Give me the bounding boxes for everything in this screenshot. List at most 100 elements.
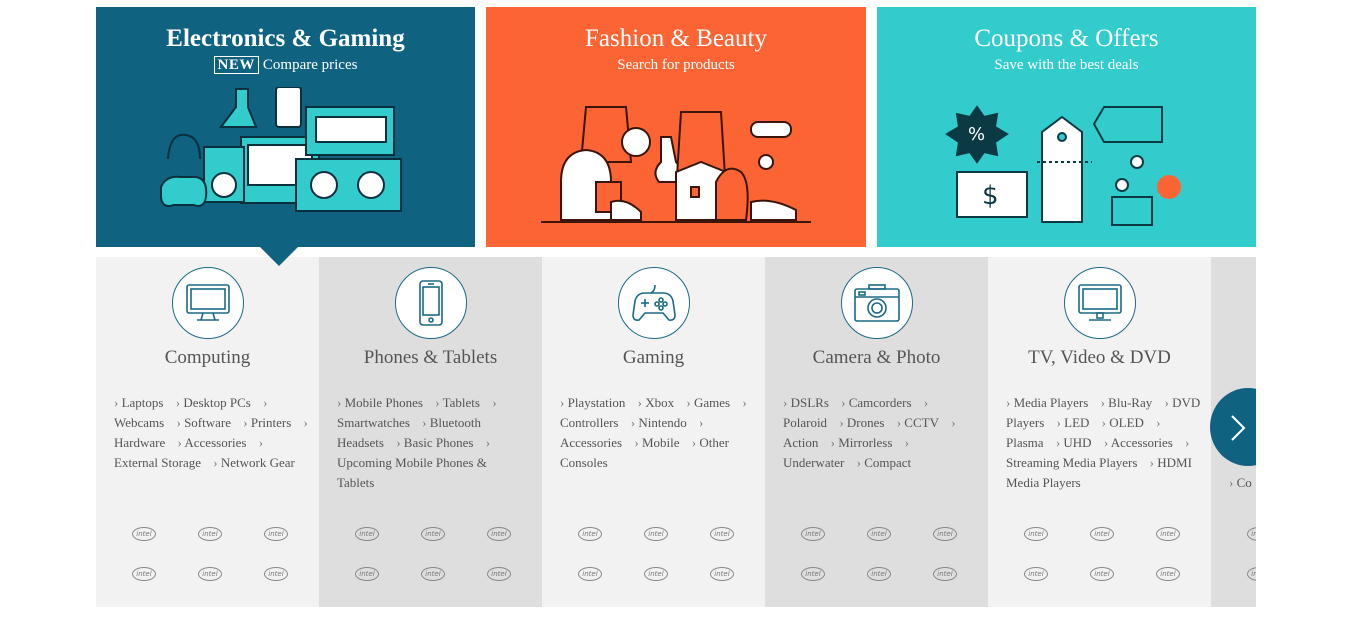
intel-logo-icon: intel: [710, 521, 734, 541]
category-link[interactable]: Nintendo: [631, 415, 687, 430]
category-title[interactable]: Computing: [96, 347, 319, 369]
category-link[interactable]: Basic Phones: [396, 435, 473, 450]
banner-subtitle: Save with the best deals: [994, 57, 1139, 73]
category-link[interactable]: Accessories: [1104, 435, 1173, 450]
intel-logo-icon: intel: [1247, 521, 1256, 541]
category-title[interactable]: Phones & Tablets: [319, 347, 542, 369]
intel-logo-icon: intel: [801, 561, 825, 581]
category-link[interactable]: Drones: [839, 415, 884, 430]
category-title[interactable]: TV, Video & DVD: [988, 347, 1211, 369]
intel-logo-text: intel: [578, 567, 602, 581]
intel-logo-text: intel: [933, 567, 957, 581]
category-link[interactable]: Mobile Phones: [337, 395, 423, 410]
intel-logo-icon: intel: [1090, 561, 1114, 581]
category-link[interactable]: DSLRs: [783, 395, 829, 410]
intel-logo-icon: intel: [933, 561, 957, 581]
category-card-tv-video-dvd[interactable]: TV, Video & DVD Media Players Blu-Ray DVD…: [988, 257, 1211, 607]
intel-logo-icon: intel: [1024, 561, 1048, 581]
category-link[interactable]: Desktop PCs: [176, 395, 251, 410]
intel-logo-text: intel: [264, 527, 288, 541]
banner-title: Electronics & Gaming: [166, 25, 405, 52]
category-link[interactable]: Network Gear: [213, 455, 295, 470]
intel-logo-icon: intel: [1156, 561, 1180, 581]
category-link[interactable]: Laptops: [114, 395, 163, 410]
category-card-camera-photo[interactable]: Camera & Photo DSLRs Camcorders Polaroid …: [765, 257, 988, 607]
banner-subtitle-text: Compare prices: [262, 57, 358, 73]
intel-logo-text: intel: [1090, 527, 1114, 541]
intel-logo-text: intel: [1156, 567, 1180, 581]
intel-logo-text: intel: [132, 527, 156, 541]
intel-logo-text: intel: [1024, 567, 1048, 581]
intel-logo-text: intel: [710, 567, 734, 581]
intel-logo-icon: intel: [644, 561, 668, 581]
intel-logo-icon: intel: [578, 561, 602, 581]
intel-logo-text: intel: [421, 567, 445, 581]
intel-logo-text: intel: [801, 567, 825, 581]
intel-logo-icon: intel: [801, 521, 825, 541]
intel-logo-icon: intel: [198, 561, 222, 581]
new-badge: NEW: [213, 56, 259, 74]
category-icon-circle: [618, 267, 690, 339]
intel-logo-text: intel: [1024, 527, 1048, 541]
intel-logo-text: intel: [1247, 567, 1256, 581]
category-link[interactable]: Compact: [857, 455, 912, 470]
banner-subtitle: NEW Compare prices: [96, 55, 475, 75]
category-icon-circle: [395, 267, 467, 339]
category-icon-circle: [172, 267, 244, 339]
category-carousel: Computing Laptops Desktop PCs Webcams Sof…: [96, 257, 1256, 607]
category-link[interactable]: CCTV: [897, 415, 939, 430]
intel-logo-text: intel: [198, 527, 222, 541]
intel-logo-text: intel: [487, 567, 511, 581]
coupons-illustration-icon: % $: [944, 105, 1181, 226]
svg-text:%: %: [968, 124, 985, 145]
category-link[interactable]: Mobile: [634, 435, 679, 450]
category-link[interactable]: Playstation: [560, 395, 625, 410]
category-link[interactable]: Printers: [243, 415, 291, 430]
category-link[interactable]: Xbox: [638, 395, 674, 410]
electronics-illustration-icon: [159, 87, 402, 212]
category-link[interactable]: Tablets: [435, 395, 480, 410]
intel-logo-icon: intel: [644, 521, 668, 541]
intel-logo-icon: intel: [132, 561, 156, 581]
category-link[interactable]: LED: [1057, 415, 1090, 430]
banner-subtitle: Search for products: [617, 57, 735, 73]
banner-title: Fashion & Beauty: [585, 25, 767, 52]
banner-electronics-gaming[interactable]: Electronics & Gaming NEW Compare prices: [96, 7, 475, 247]
intel-logo-text: intel: [355, 527, 379, 541]
intel-logo-icon: intel: [710, 561, 734, 581]
category-link[interactable]: Blu-Ray: [1101, 395, 1153, 410]
category-link[interactable]: UHD: [1056, 435, 1092, 450]
viewport-edge: [1256, 250, 1354, 631]
intel-logo-icon: intel: [264, 561, 288, 581]
chevron-right-icon: [1231, 415, 1246, 441]
category-link[interactable]: Media Players: [1006, 395, 1088, 410]
category-link[interactable]: Co: [1229, 475, 1252, 490]
intel-logo-text: intel: [1156, 527, 1180, 541]
intel-logo-text: intel: [644, 567, 668, 581]
category-link[interactable]: Camcorders: [841, 395, 911, 410]
category-card-computing[interactable]: Computing Laptops Desktop PCs Webcams Sof…: [96, 257, 319, 607]
category-title[interactable]: Gaming: [542, 347, 765, 369]
banner-coupons-offers[interactable]: Coupons & Offers Save with the best deal…: [877, 7, 1256, 247]
intel-logo-text: intel: [198, 567, 222, 581]
intel-logo-text: intel: [933, 527, 957, 541]
gamepad-icon: [632, 284, 676, 321]
intel-logo-icon: intel: [198, 521, 222, 541]
category-link[interactable]: Mirrorless: [831, 435, 893, 450]
category-link[interactable]: Accessories: [178, 435, 247, 450]
tv-icon: [1078, 284, 1122, 321]
camera-icon: [854, 284, 900, 322]
monitor-icon: [186, 284, 230, 321]
banner-fashion-beauty[interactable]: Fashion & Beauty Search for products: [486, 7, 866, 247]
category-title[interactable]: Camera & Photo: [765, 347, 988, 369]
category-link[interactable]: OLED: [1102, 415, 1144, 430]
intel-logo-icon: intel: [132, 521, 156, 541]
category-link[interactable]: Games: [686, 395, 730, 410]
category-link[interactable]: Software: [176, 415, 231, 430]
intel-logo-text: intel: [867, 567, 891, 581]
category-links: Playstation Xbox Games Controllers Ninte…: [560, 393, 755, 473]
intel-logo-icon: intel: [487, 521, 511, 541]
category-card-phones-tablets[interactable]: Phones & Tablets Mobile Phones Tablets Sm…: [319, 257, 542, 607]
category-card-gaming[interactable]: Gaming Playstation Xbox Games Controllers…: [542, 257, 765, 607]
intel-logo-icon: intel: [421, 521, 445, 541]
